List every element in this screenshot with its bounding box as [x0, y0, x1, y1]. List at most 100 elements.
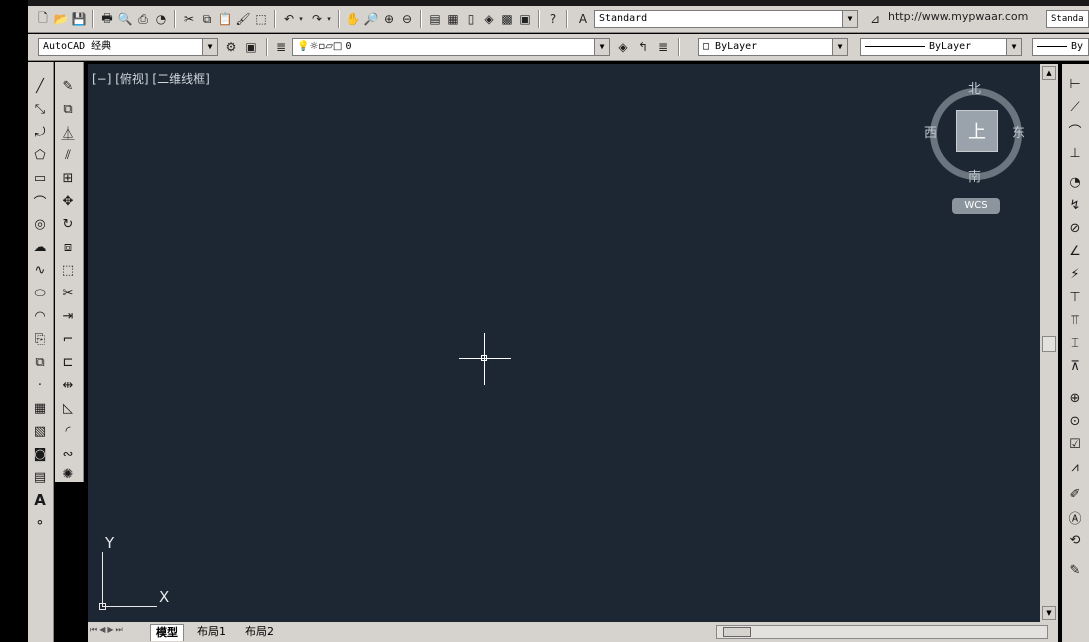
scroll-down-icon[interactable]: ▼ — [1042, 606, 1056, 620]
region-icon[interactable]: ◙ — [30, 444, 50, 464]
print-preview-icon[interactable]: 🔍 — [116, 10, 134, 28]
color-combo[interactable]: □ ByLayer ▼ — [698, 38, 848, 56]
tolerance-icon[interactable]: ⊕ — [1065, 388, 1085, 408]
markup-set-icon[interactable]: ▩ — [498, 10, 516, 28]
table-style-combo[interactable]: Standa — [1046, 10, 1089, 28]
dimension-style-icon[interactable]: ✎ — [1065, 560, 1085, 580]
paste-icon[interactable]: 📋 — [216, 10, 234, 28]
chevron-down-icon[interactable]: ▼ — [832, 39, 847, 55]
tab-layout1[interactable]: 布局1 — [192, 624, 231, 640]
quickcalc-icon[interactable]: ▣ — [516, 10, 534, 28]
move-icon[interactable]: ✥ — [58, 191, 78, 211]
polygon-icon[interactable]: ⬠ — [30, 145, 50, 165]
zoom-realtime-icon[interactable]: 🔎 — [362, 10, 380, 28]
help-icon[interactable]: ? — [544, 10, 562, 28]
3d-dwf-icon[interactable]: ◔ — [152, 10, 170, 28]
copy-object-icon[interactable]: ⧉ — [58, 99, 78, 119]
circle-icon[interactable]: ◎ — [30, 214, 50, 234]
chevron-down-icon[interactable]: ▼ — [842, 11, 857, 27]
layer-combo[interactable]: 💡☼▫▱□ 0 ▼ — [292, 38, 610, 56]
dim-style-icon[interactable]: ⊿ — [866, 10, 884, 28]
point-icon[interactable]: · — [30, 375, 50, 395]
arc-length-icon[interactable]: ⌒ — [1065, 120, 1085, 140]
save-icon[interactable]: 💾 — [70, 10, 88, 28]
radius-dimension-icon[interactable]: ◔ — [1065, 172, 1085, 192]
stretch-icon[interactable]: ⬚ — [58, 260, 78, 280]
pan-icon[interactable]: ✋ — [344, 10, 362, 28]
dimension-space-icon[interactable]: ⌶ — [1065, 333, 1085, 353]
layer-states-icon[interactable]: ≣ — [654, 38, 672, 56]
redo-dropdown-icon[interactable]: ▾ — [324, 10, 334, 28]
text-style-combo[interactable]: Standard ▼ — [594, 10, 858, 28]
tab-model[interactable]: 模型 — [150, 624, 184, 641]
spline-icon[interactable]: ∿ — [30, 260, 50, 280]
scroll-thumb[interactable] — [1042, 336, 1056, 352]
gradient-icon[interactable]: ▧ — [30, 421, 50, 441]
jogged-dimension-icon[interactable]: ↯ — [1065, 195, 1085, 215]
chevron-down-icon[interactable]: ▼ — [202, 39, 217, 55]
dimension-update-icon[interactable]: ⟲ — [1065, 530, 1085, 550]
lineweight-combo[interactable]: By — [1032, 38, 1089, 56]
add-selected-icon[interactable]: ⚬ — [30, 513, 50, 533]
compass-west-label[interactable]: 西 — [924, 122, 937, 141]
angular-dimension-icon[interactable]: ∠ — [1065, 241, 1085, 261]
blend-curves-icon[interactable]: ∾ — [58, 444, 78, 464]
copy-icon[interactable]: ⧉ — [198, 10, 216, 28]
vertical-scrollbar[interactable]: ▲ ▼ — [1040, 64, 1058, 622]
layer-previous-icon[interactable]: ↰ — [634, 38, 652, 56]
compass-south-label[interactable]: 南 — [968, 166, 981, 185]
scroll-up-icon[interactable]: ▲ — [1042, 66, 1056, 80]
compass-east-label[interactable]: 东 — [1012, 122, 1025, 141]
properties-icon[interactable]: ▤ — [426, 10, 444, 28]
text-style-icon[interactable]: A — [574, 10, 592, 28]
dimension-text-edit-icon[interactable]: Ⓐ — [1065, 507, 1085, 527]
publish-icon[interactable]: ⎙ — [134, 10, 152, 28]
scale-icon[interactable]: ⧈ — [58, 237, 78, 257]
zoom-previous-icon[interactable]: ⊖ — [398, 10, 416, 28]
block-editor-icon[interactable]: ⬚ — [252, 10, 270, 28]
ordinate-dimension-icon[interactable]: ⊥ — [1065, 143, 1085, 163]
polyline-icon[interactable]: ⤾ — [30, 122, 50, 142]
break-at-point-icon[interactable]: ⌐ — [58, 329, 78, 349]
revision-cloud-icon[interactable]: ☁ — [30, 237, 50, 257]
ellipse-arc-icon[interactable]: ◠ — [30, 306, 50, 326]
quick-dimension-icon[interactable]: ⚡ — [1065, 264, 1085, 284]
wcs-menu-button[interactable]: WCS — [952, 198, 1000, 214]
offset-icon[interactable]: ⫽ — [58, 145, 78, 165]
new-file-icon[interactable]: 🗋 — [34, 10, 52, 28]
chamfer-icon[interactable]: ◺ — [58, 398, 78, 418]
aligned-dimension-icon[interactable]: ⟋ — [1065, 97, 1085, 117]
tab-navigation-icons[interactable]: ⏮◀▶⏭ — [90, 625, 125, 635]
chevron-down-icon[interactable]: ▼ — [594, 39, 609, 55]
mirror-icon[interactable]: ⏅ — [58, 122, 78, 142]
tool-palettes-icon[interactable]: ▯ — [462, 10, 480, 28]
horizontal-scroll-thumb[interactable] — [723, 627, 751, 637]
hatch-icon[interactable]: ▦ — [30, 398, 50, 418]
ellipse-icon[interactable]: ⬭ — [30, 283, 50, 303]
workspace-combo[interactable]: AutoCAD 经典 ▼ — [38, 38, 218, 56]
horizontal-scrollbar[interactable] — [716, 625, 1048, 639]
trim-icon[interactable]: ✂ — [58, 283, 78, 303]
viewport-controls-label[interactable]: [−] [俯视] [二维线框] — [92, 70, 210, 87]
array-icon[interactable]: ⊞ — [58, 168, 78, 188]
center-mark-icon[interactable]: ⊙ — [1065, 411, 1085, 431]
fillet-icon[interactable]: ◜ — [58, 421, 78, 441]
join-icon[interactable]: ⇹ — [58, 375, 78, 395]
make-block-icon[interactable]: ⧉ — [30, 352, 50, 372]
layer-manager-icon[interactable]: ≣ — [272, 38, 290, 56]
tab-layout2[interactable]: 布局2 — [240, 624, 279, 640]
match-properties-icon[interactable]: 🖌 — [234, 10, 252, 28]
make-current-layer-icon[interactable]: ◈ — [614, 38, 632, 56]
compass-north-label[interactable]: 北 — [968, 78, 981, 97]
construction-line-icon[interactable]: ⤡ — [30, 99, 50, 119]
open-file-icon[interactable]: 📂 — [52, 10, 70, 28]
extend-icon[interactable]: ⇥ — [58, 306, 78, 326]
erase-icon[interactable]: ✎ — [58, 76, 78, 96]
drawing-canvas[interactable]: [−] [俯视] [二维线框] 上 北 南 东 西 WCS Y X — [88, 64, 1040, 622]
zoom-window-icon[interactable]: ⊕ — [380, 10, 398, 28]
rotate-icon[interactable]: ↻ — [58, 214, 78, 234]
rectangle-icon[interactable]: ▭ — [30, 168, 50, 188]
break-icon[interactable]: ⊏ — [58, 352, 78, 372]
linetype-combo[interactable]: ByLayer ▼ — [860, 38, 1022, 56]
arc-icon[interactable]: ⌒ — [30, 191, 50, 211]
